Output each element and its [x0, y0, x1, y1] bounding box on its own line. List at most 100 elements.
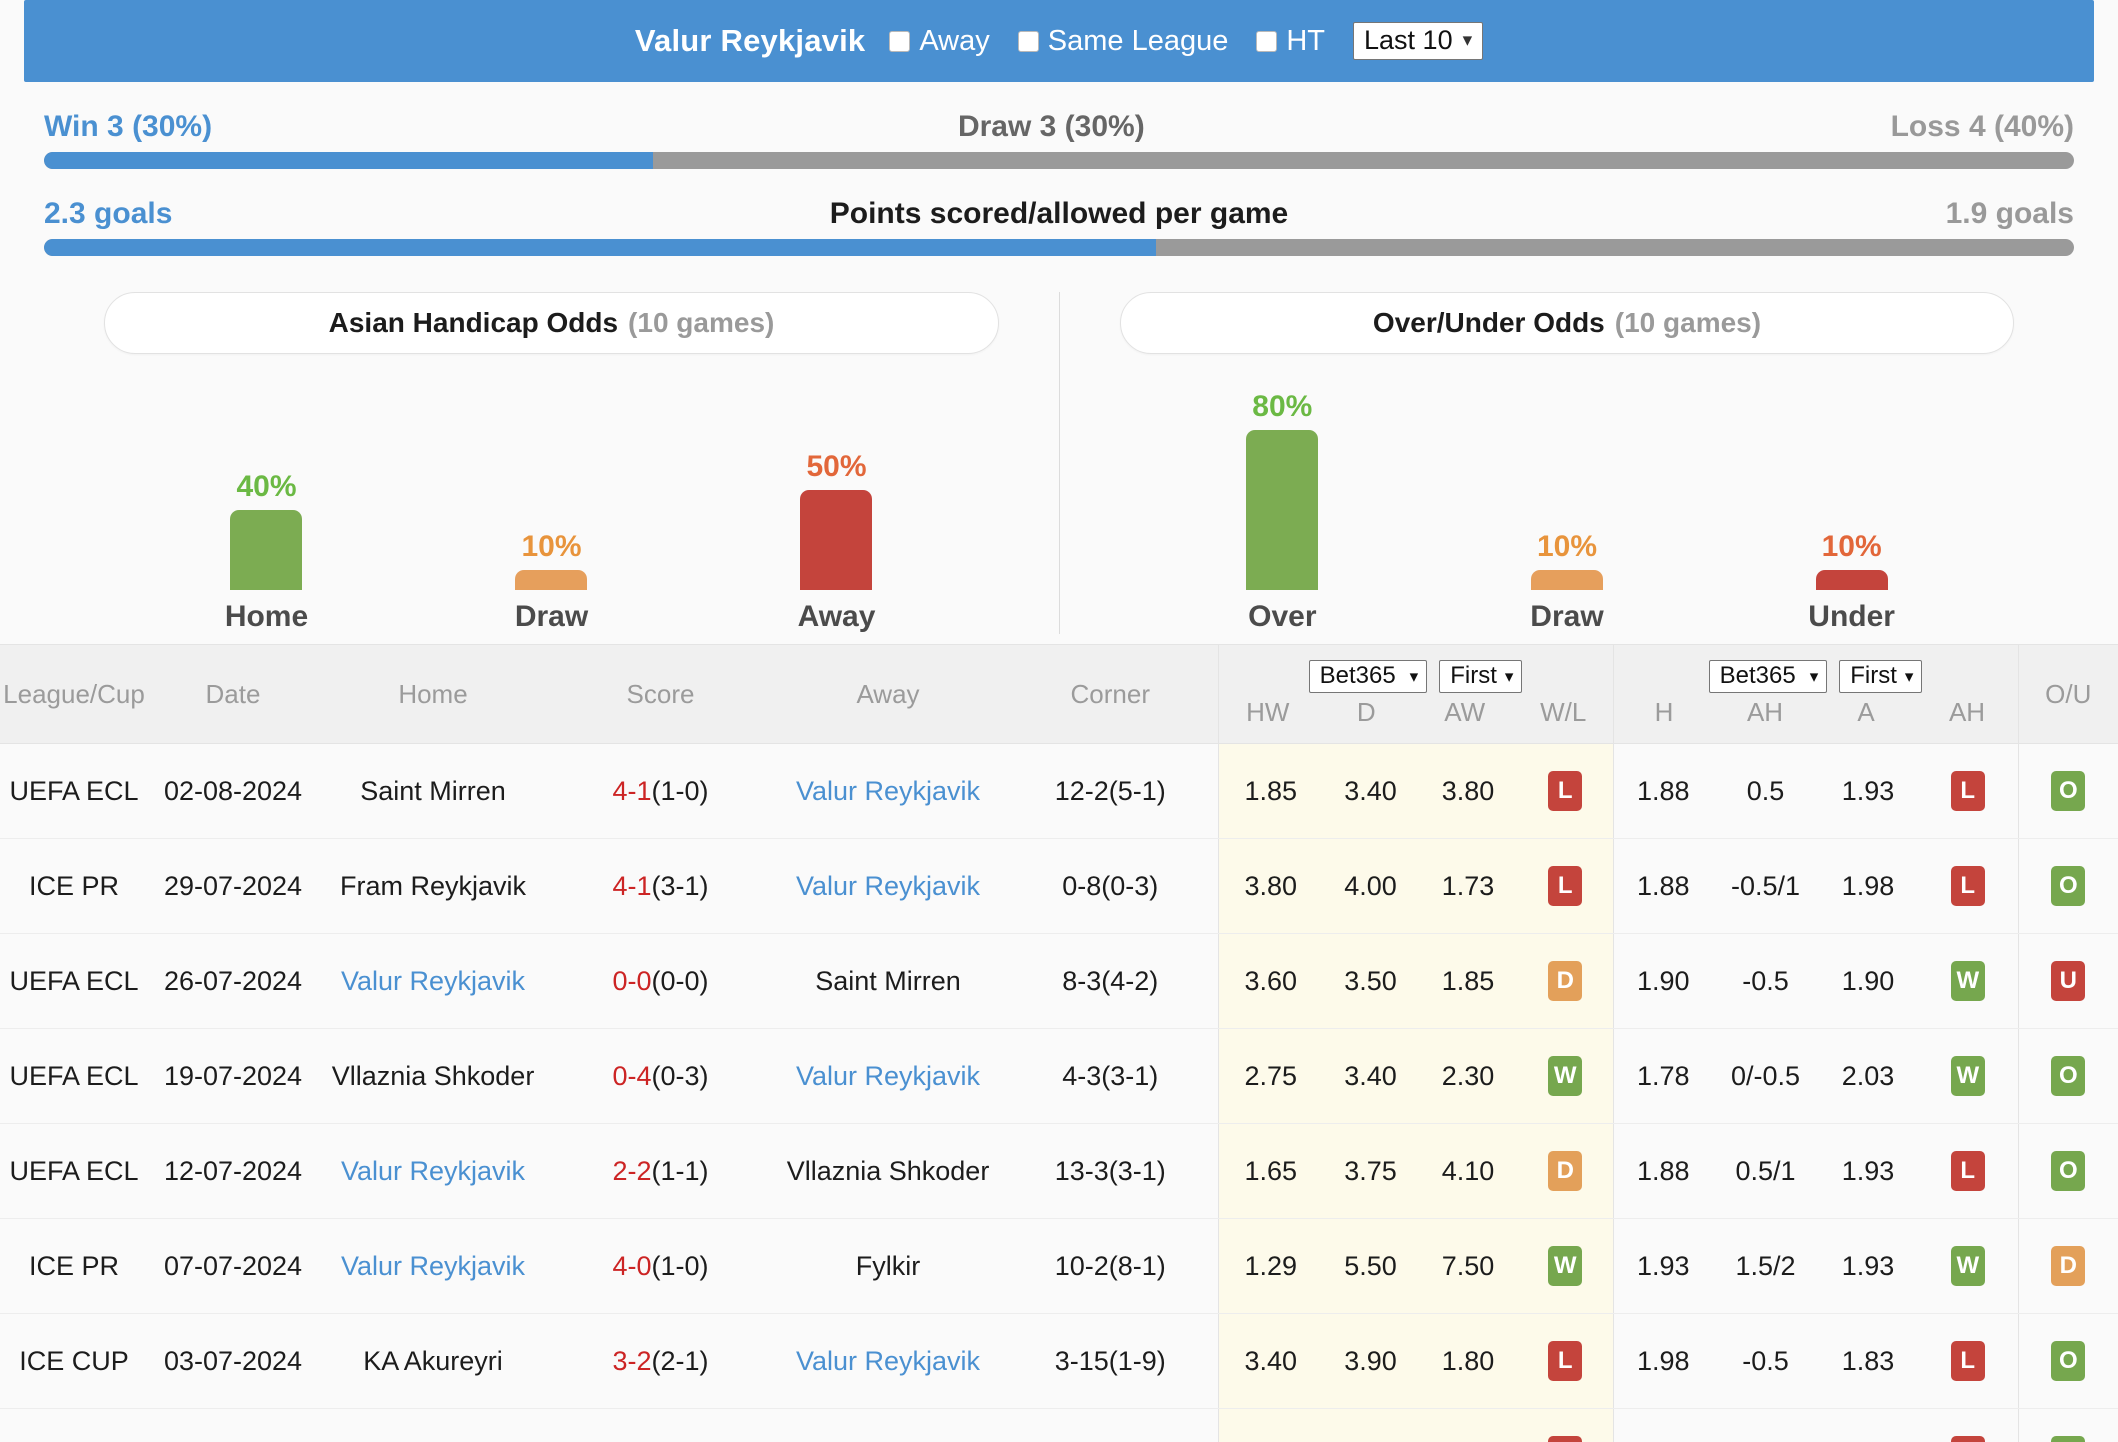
cell-away[interactable]: Valur Reykjavik	[773, 743, 1003, 839]
col-league: League/Cup	[0, 644, 148, 744]
bar-away: 50% Away	[695, 376, 977, 634]
cell-date: 07-07-2024	[148, 1218, 318, 1314]
cell-corner: 12-2(5-1)	[1003, 743, 1218, 839]
cell-home[interactable]: Valur Reykjavik	[318, 1123, 548, 1219]
bar-home-value: 40%	[236, 470, 297, 503]
cell-hw: 1.65	[1217, 1123, 1323, 1219]
cell-date: 02-08-2024	[148, 743, 318, 839]
table-row[interactable]: ICE CUP 03-07-2024 KA Akureyri 3-2(2-1) Valu…	[0, 1313, 2118, 1409]
cell-home: KA Akureyri	[318, 1313, 548, 1409]
cell-wl: D	[1518, 933, 1614, 1029]
cell-aw: 7.50	[1418, 1218, 1518, 1314]
cell-ou: O	[2017, 1313, 2118, 1409]
cell-date: 03-07-2024	[148, 1313, 318, 1409]
cell-league: UEFA ECL	[0, 743, 148, 839]
cell-away[interactable]: Valur Reykjavik	[773, 1408, 1003, 1442]
table-row[interactable]: UEFA ECL 12-07-2024 Valur Reykjavik 2-2(1-1…	[0, 1123, 2118, 1219]
cell-aw: 1.85	[1418, 933, 1518, 1029]
cell-ah-result: L	[1918, 1313, 2019, 1409]
asian-handicap-bars: 40% Home 10% Draw 50% Away	[104, 354, 999, 634]
table-row[interactable]: ICE PR 29-07-2024 Fram Reykjavik 4-1(3-1) Va…	[0, 838, 2118, 934]
cell-away[interactable]: Valur Reykjavik	[773, 838, 1003, 934]
filter-ht[interactable]: HT	[1256, 25, 1325, 58]
goals-bar-scored-fill	[44, 239, 1157, 256]
cell-ou: O	[2017, 1028, 2118, 1124]
summary-stats: Win 3 (30%) Draw 3 (30%) Loss 4 (40%) 2.…	[0, 82, 2118, 256]
col-wl: W/L	[1540, 697, 1587, 727]
col-ah: AH	[1746, 697, 1784, 727]
bookmaker-select-1[interactable]: Bet365 ▾	[1308, 660, 1428, 693]
asian-handicap-title[interactable]: Asian Handicap Odds (10 games)	[104, 292, 999, 354]
cell-away[interactable]: Valur Reykjavik	[773, 1028, 1003, 1124]
col-away: Away	[773, 644, 1003, 744]
table-row[interactable]: UEFA ECL 26-07-2024 Valur Reykjavik 0-0(0-0…	[0, 933, 2118, 1029]
cell-corner: 0-8(0-3)	[1003, 838, 1218, 934]
filter-away-label: Away	[919, 24, 990, 57]
table-header-row: League/Cup Date Home Score Away Corner B…	[0, 644, 2118, 744]
cell-away: Vllaznia Shkoder	[773, 1123, 1003, 1219]
cell-home: Vllaznia Shkoder	[318, 1028, 548, 1124]
cell-ah-result: W	[1918, 1218, 2019, 1314]
over-under-games-count: (10 games)	[1614, 307, 1762, 338]
chevron-down-icon: ▾	[1409, 666, 1419, 686]
cell-a: 1.93	[1818, 743, 1919, 839]
cell-hw: 1.29	[1217, 1218, 1323, 1314]
group-ah-odds: Bet365 ▾ First ▾ H AH A AH	[1612, 644, 2019, 744]
bookmaker-select-2[interactable]: Bet365 ▾	[1708, 660, 1828, 693]
bar-ou-draw-label: Draw	[1530, 600, 1604, 633]
period-select-1[interactable]: First ▾	[1439, 660, 1523, 693]
cell-ah-result: L	[1918, 838, 2019, 934]
cell-h: 1.88	[1612, 1123, 1714, 1219]
chevron-down-icon: ▾	[1504, 666, 1514, 686]
cell-h: 1.88	[1612, 743, 1714, 839]
over-under-title[interactable]: Over/Under Odds (10 games)	[1120, 292, 2014, 354]
cell-d: 3.50	[1323, 933, 1418, 1029]
col-corner: Corner	[1003, 644, 1218, 744]
bar-home-label: Home	[224, 600, 309, 633]
checkbox-ht[interactable]	[1256, 30, 1278, 52]
cell-a: 1.93	[1818, 1218, 1919, 1314]
range-select-value: Last 10	[1364, 25, 1453, 55]
cell-home[interactable]: Valur Reykjavik	[318, 933, 548, 1029]
bar-draw-rect	[515, 570, 588, 590]
cell-ah-result: L	[1918, 743, 2019, 839]
cell-home[interactable]: Valur Reykjavik	[318, 1218, 548, 1314]
cell-wl: L	[1518, 743, 1614, 839]
range-select[interactable]: Last 10 ▾	[1353, 22, 1484, 60]
table-row[interactable]: UEFA ECL 19-07-2024 Vllaznia Shkoder 0-4(0-…	[0, 1028, 2118, 1124]
checkbox-same-league[interactable]	[1017, 30, 1039, 52]
loss-label: Loss 4 (40%)	[1890, 110, 2074, 143]
page-title: Valur Reykjavik	[634, 23, 866, 58]
cell-ah: 0.5/1	[1713, 1123, 1819, 1219]
cell-wl: W	[1518, 1028, 1614, 1124]
bar-home: 40% Home	[125, 376, 407, 634]
cell-ah: -0.5/1	[1713, 838, 1819, 934]
wdl-bar	[44, 152, 2074, 169]
cell-score: 0-0(0-0)	[548, 933, 773, 1029]
cell-date: 29-07-2024	[148, 838, 318, 934]
bookmaker-select-2-value: Bet365	[1719, 662, 1796, 689]
group-1x2-odds: Bet365 ▾ First ▾ HW D AW W/L	[1217, 644, 1614, 744]
cell-ah: -0.5	[1713, 1313, 1819, 1409]
period-select-2[interactable]: First ▾	[1839, 660, 1923, 693]
cell-away[interactable]: Valur Reykjavik	[773, 1313, 1003, 1409]
match-history-table: League/Cup Date Home Score Away Corner B…	[0, 644, 2118, 1442]
table-row[interactable]: UEFA ECL 02-08-2024 Saint Mirren 4-1(1-0) Va…	[0, 743, 2118, 839]
asian-handicap-games-count: (10 games)	[628, 307, 775, 338]
cell-wl: L	[1518, 838, 1614, 934]
filter-away[interactable]: Away	[889, 24, 990, 58]
asian-handicap-panel: Asian Handicap Odds (10 games) 40% Home …	[44, 292, 1059, 634]
cell-a: 1.90	[1818, 933, 1919, 1029]
cell-ah: 1.5/2	[1713, 1218, 1819, 1314]
cell-aw: 4.10	[1418, 1123, 1518, 1219]
wdl-bar-win-fill	[44, 152, 653, 169]
cell-ah: 0.5	[1713, 743, 1819, 839]
table-row[interactable]: ICE PR29-06-2024Akranes3-2(2-1)Valur Rey…	[0, 1408, 2118, 1442]
cell-league: ICE PR	[0, 838, 148, 934]
filter-same-league[interactable]: Same League	[1017, 25, 1228, 58]
table-row[interactable]: ICE PR 07-07-2024 Valur Reykjavik 4-0(1-0) F…	[0, 1218, 2118, 1314]
col-date: Date	[148, 644, 318, 744]
checkbox-away[interactable]	[889, 30, 911, 52]
cell-away: Saint Mirren	[773, 933, 1003, 1029]
col-aw: AW	[1444, 697, 1486, 727]
